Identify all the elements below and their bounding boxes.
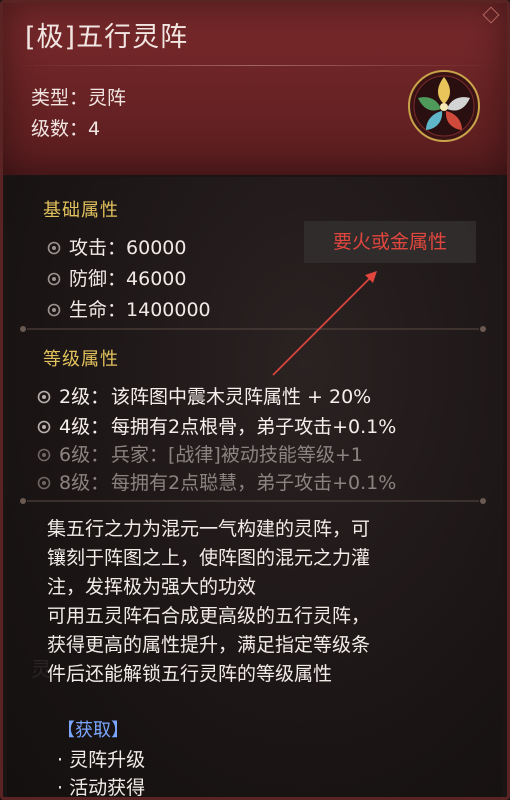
type-row: 类型：灵阵	[31, 83, 126, 110]
level-value: 4	[88, 118, 101, 140]
section-divider	[20, 498, 486, 504]
type-value: 灵阵	[88, 87, 127, 109]
item-description: 集五行之力为混元一气构建的灵阵，可 镶刻于阵图之上，使阵图的混元之力灌 注，发挥…	[47, 515, 487, 689]
level-row: 级数：4	[31, 114, 100, 141]
health-label: 生命：	[69, 299, 127, 321]
attack-stat: 攻击：60000	[47, 233, 186, 260]
description-line: 集五行之力为混元一气构建的灵阵，可	[47, 518, 371, 540]
swirl-bullet-icon	[37, 390, 51, 404]
acquire-title: 【获取】	[57, 720, 129, 741]
acquire-item: · 活动获得	[57, 777, 146, 799]
level-tier: 2级：	[59, 386, 110, 408]
section-divider	[20, 326, 486, 332]
attack-value: 60000	[126, 237, 187, 259]
base-attributes-title: 基础属性	[43, 200, 119, 221]
description-line: 件后还能解锁五行灵阵的等级属性	[47, 663, 333, 685]
health-stat: 生命：1400000	[47, 295, 211, 322]
five-elements-emblem-icon	[408, 70, 480, 142]
title-divider	[13, 65, 497, 66]
level-effect: 每拥有2点根骨，弟子攻击+0.1%	[111, 416, 397, 438]
level-attribute-row: 2级： 该阵图中震木灵阵属性 + 20%	[37, 382, 371, 409]
type-label: 类型：	[31, 87, 89, 109]
health-value: 1400000	[126, 299, 211, 321]
swirl-bullet-icon	[37, 420, 51, 434]
corner-diamond-icon	[482, 6, 500, 24]
item-title: [极]五行灵阵	[25, 22, 189, 53]
defense-label: 防御：	[69, 268, 127, 290]
level-tier: 4级：	[59, 416, 110, 438]
level-attribute-row: 4级： 每拥有2点根骨，弟子攻击+0.1%	[37, 412, 396, 439]
level-tier: 8级：	[59, 472, 110, 494]
description-line: 注，发挥极为强大的功效	[47, 576, 257, 598]
swirl-bullet-icon	[37, 448, 51, 462]
swirl-bullet-icon	[37, 476, 51, 490]
acquire-item: · 灵阵升级	[57, 749, 146, 771]
level-label: 级数：	[31, 118, 89, 140]
attack-label: 攻击：	[69, 237, 127, 259]
description-line: 获得更高的属性提升，满足指定等级条	[47, 634, 371, 656]
description-line: 可用五灵阵石合成更高级的五行灵阵，	[47, 605, 371, 627]
swirl-bullet-icon	[47, 241, 61, 255]
swirl-bullet-icon	[47, 272, 61, 286]
annotation-callout: 要火或金属性	[304, 221, 476, 263]
level-attribute-row: 6级： 兵家：[战律]被动技能等级+1	[37, 440, 363, 467]
description-line: 镶刻于阵图之上，使阵图的混元之力灌	[47, 547, 371, 569]
level-tier: 6级：	[59, 444, 110, 466]
level-effect: 每拥有2点聪慧，弟子攻击+0.1%	[111, 472, 397, 494]
level-attributes-title: 等级属性	[43, 349, 119, 370]
defense-stat: 防御：46000	[47, 264, 186, 291]
defense-value: 46000	[126, 268, 187, 290]
level-effect: 兵家：[战律]被动技能等级+1	[111, 444, 363, 466]
swirl-bullet-icon	[47, 303, 61, 317]
card-header: [极]五行灵阵 类型：灵阵 级数：4	[3, 3, 507, 175]
level-effect: 该阵图中震木灵阵属性 + 20%	[111, 386, 372, 408]
item-tooltip-card: [极]五行灵阵 类型：灵阵 级数：4 灵 基础属性 攻击：60000 防御：46…	[0, 0, 510, 800]
level-attribute-row: 8级： 每拥有2点聪慧，弟子攻击+0.1%	[37, 468, 396, 495]
